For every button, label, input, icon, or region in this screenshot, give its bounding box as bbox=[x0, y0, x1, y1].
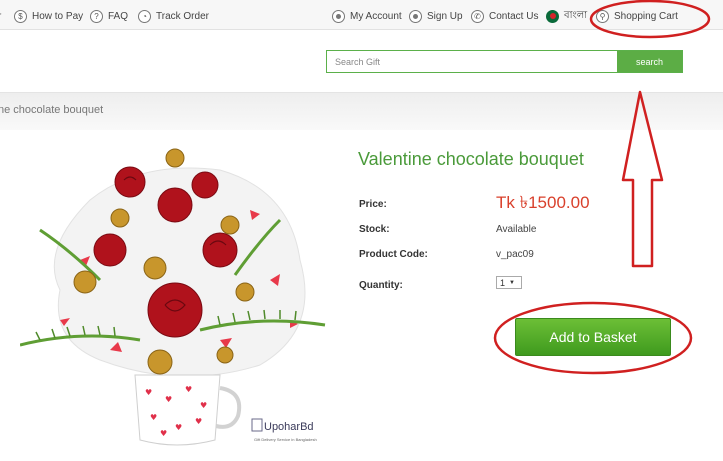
nav-shopping-cart-label: Shopping Cart bbox=[614, 10, 678, 22]
user-plus-icon bbox=[409, 9, 422, 23]
clock-icon: ◔ bbox=[138, 9, 151, 23]
nav-sign-up[interactable]: Sign Up bbox=[409, 9, 463, 23]
nav-sign-up-label: Sign Up bbox=[427, 10, 463, 22]
search-button[interactable]: search bbox=[617, 51, 682, 72]
breadcrumb: ne chocolate bouquet bbox=[0, 104, 104, 116]
product-code-value: v_pac09 bbox=[496, 249, 534, 260]
svg-text:♥: ♥ bbox=[195, 417, 202, 426]
nav-my-account[interactable]: My Account bbox=[332, 9, 402, 23]
nav-track-order-label: Track Order bbox=[156, 10, 209, 22]
quantity-value: 1 bbox=[500, 277, 506, 288]
bangladesh-flag-icon bbox=[546, 9, 559, 23]
nav-faq-label: FAQ bbox=[108, 10, 129, 22]
phone-icon: ✆ bbox=[471, 9, 484, 23]
brand-watermark: UpoharBd bbox=[264, 421, 314, 433]
quantity-label: Quantity: bbox=[359, 280, 403, 291]
chevron-down-icon: ▼ bbox=[509, 279, 515, 286]
svg-text:♥: ♥ bbox=[200, 401, 207, 410]
breadcrumb-bar: ne chocolate bouquet bbox=[0, 92, 723, 130]
nav-contact-us-label: Contact Us bbox=[489, 10, 539, 22]
svg-text:♥: ♥ bbox=[175, 423, 182, 432]
cart-icon: ⚲ bbox=[596, 9, 609, 23]
product-title: Valentine chocolate bouquet bbox=[358, 149, 584, 169]
nav-my-account-label: My Account bbox=[350, 10, 402, 22]
nav-language[interactable]: বাংলা bbox=[546, 9, 587, 23]
upohar-logo-icon bbox=[251, 418, 263, 432]
top-nav-bar: r $ How to Pay ? FAQ ◔ Track Order My Ac… bbox=[0, 0, 723, 30]
nav-item-partial[interactable]: r bbox=[0, 9, 1, 23]
nav-track-order[interactable]: ◔ Track Order bbox=[138, 9, 209, 23]
nav-how-to-pay-label: How to Pay bbox=[32, 10, 84, 22]
nav-language-label: বাংলা bbox=[564, 9, 588, 21]
svg-text:♥: ♥ bbox=[150, 413, 157, 422]
header: search bbox=[0, 30, 723, 92]
price-value: Tk ৳1500.00 bbox=[496, 193, 590, 212]
nav-partial-label: r bbox=[0, 11, 1, 22]
nav-how-to-pay[interactable]: $ How to Pay bbox=[14, 9, 83, 23]
nav-faq[interactable]: ? FAQ bbox=[90, 9, 128, 23]
svg-text:♥: ♥ bbox=[185, 385, 192, 394]
question-icon: ? bbox=[90, 9, 103, 23]
product-image: ♥♥♥♥ ♥♥♥♥ UpoharBd Gift Delivery Service… bbox=[20, 148, 326, 446]
stock-label: Stock: bbox=[359, 224, 390, 235]
search-input[interactable] bbox=[327, 51, 617, 72]
dollar-icon: $ bbox=[14, 9, 27, 23]
svg-text:♥: ♥ bbox=[160, 429, 167, 438]
svg-text:♥: ♥ bbox=[145, 388, 152, 397]
search-bar: search bbox=[326, 50, 683, 73]
svg-text:♥: ♥ bbox=[165, 395, 172, 404]
page: r $ How to Pay ? FAQ ◔ Track Order My Ac… bbox=[0, 0, 723, 461]
user-icon bbox=[332, 9, 345, 23]
brand-tagline: Gift Delivery Service in Bangladesh bbox=[254, 437, 317, 442]
stock-value: Available bbox=[496, 224, 537, 235]
price-label: Price: bbox=[359, 199, 387, 210]
quantity-select[interactable]: 1 ▼ bbox=[496, 276, 522, 289]
add-to-basket-button[interactable]: Add to Basket bbox=[515, 318, 671, 356]
nav-contact-us[interactable]: ✆ Contact Us bbox=[471, 9, 538, 23]
nav-shopping-cart[interactable]: ⚲ Shopping Cart bbox=[596, 9, 678, 23]
product-code-label: Product Code: bbox=[359, 249, 428, 260]
